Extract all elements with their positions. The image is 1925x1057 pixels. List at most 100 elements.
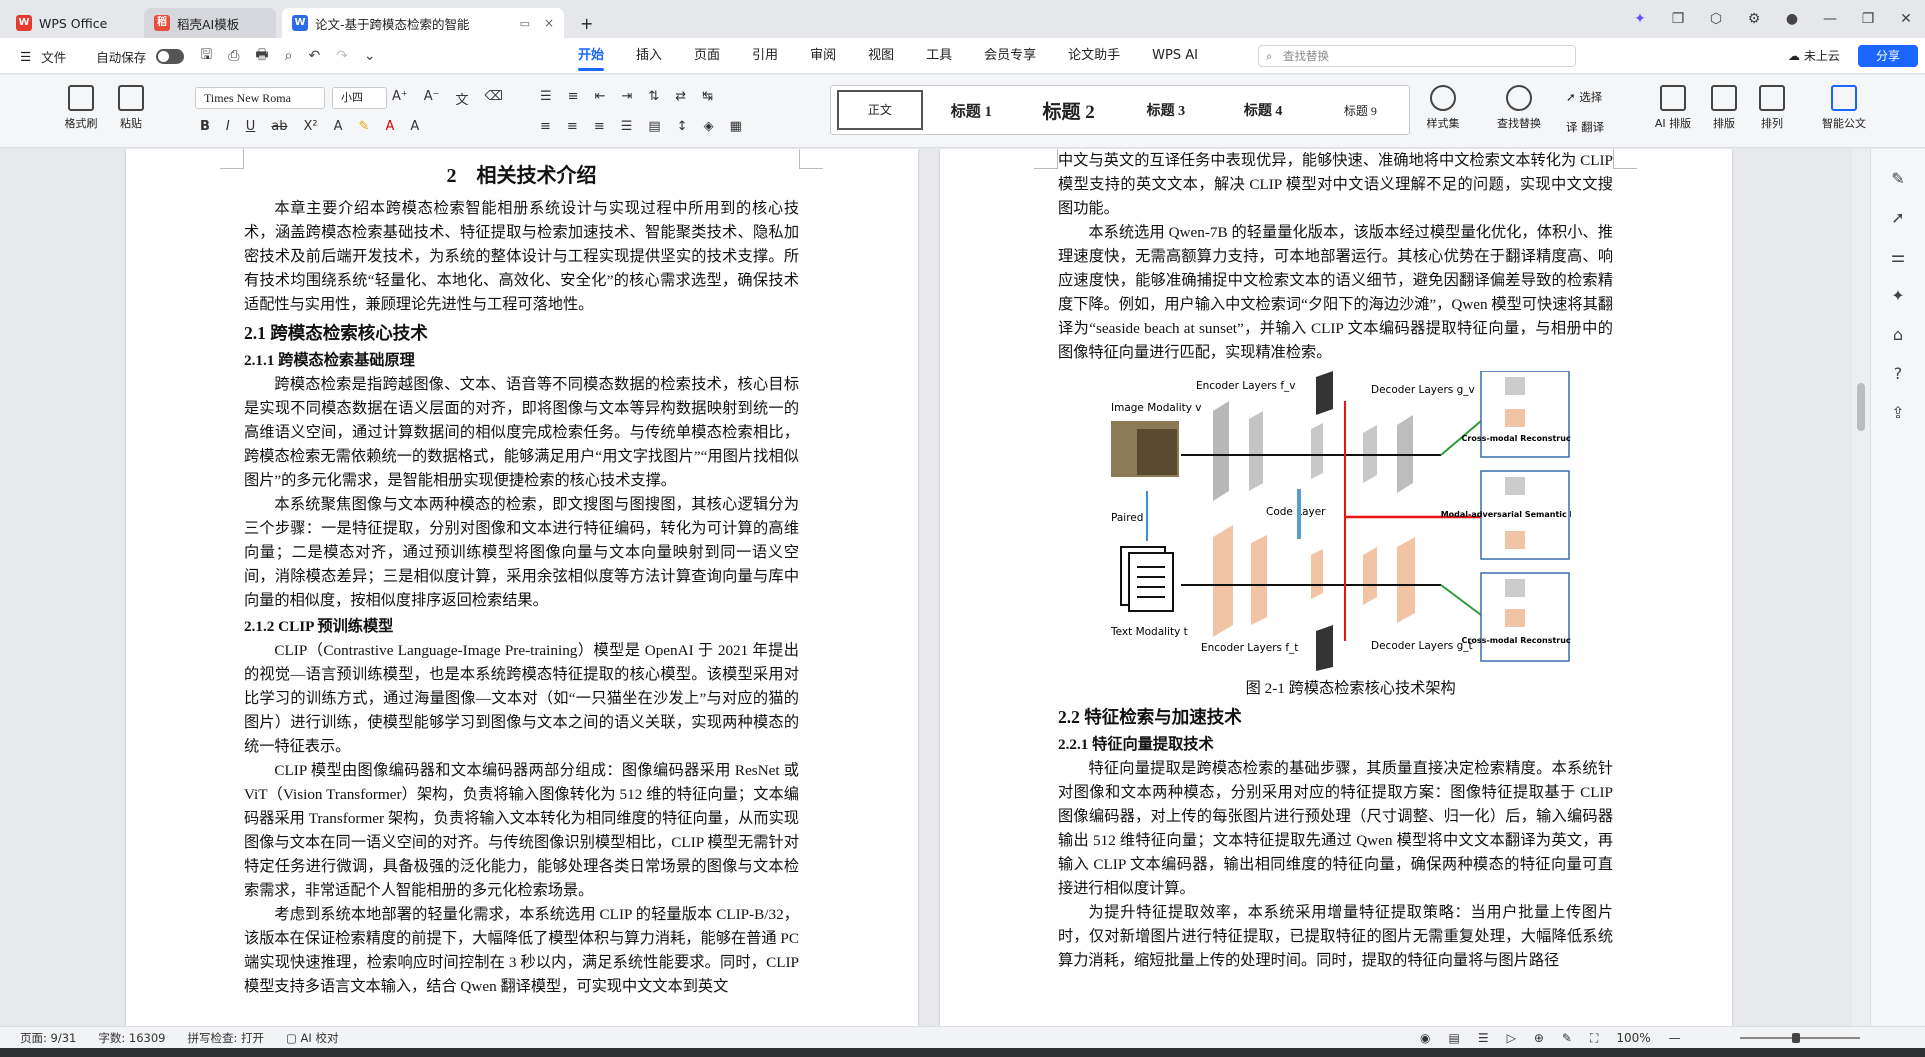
pen-icon[interactable]: ✎ (1562, 1027, 1572, 1049)
export-icon[interactable]: ⎙ (228, 48, 239, 64)
format-painter-button[interactable]: 格式刷 (60, 75, 102, 148)
web-view-icon[interactable]: ⊕ (1534, 1027, 1544, 1049)
tab-wps-office[interactable]: W WPS Office (6, 8, 138, 38)
document-body[interactable]: 2 相关技术介绍 本章主要介绍本跨模态检索智能相册系统设计与实现过程中所用到的核… (244, 149, 799, 999)
superscript-icon[interactable]: X² (304, 119, 318, 134)
font-family-select[interactable]: Times New Roma (195, 87, 325, 109)
ai-proofread[interactable]: ▢ AI 校对 (286, 1027, 338, 1049)
select-button[interactable]: ➚ 选择 (1566, 89, 1602, 105)
style-normal[interactable]: 正文 (837, 90, 923, 130)
paste-button[interactable]: 粘贴 (110, 75, 152, 148)
italic-icon[interactable]: I (226, 119, 230, 134)
share-side-icon[interactable]: ⇪ (1871, 403, 1925, 422)
close-window-icon[interactable]: ✕ (1887, 11, 1925, 27)
tab-member[interactable]: 会员专享 (984, 38, 1036, 74)
font-size-select[interactable]: 小四 (332, 87, 387, 109)
architecture-figure[interactable]: Image Modality v Paired Text Modality t … (1101, 370, 1609, 671)
direction-icon[interactable]: ⇄ (675, 89, 686, 104)
file-menu[interactable]: 文件 (41, 47, 66, 66)
zoom-slider[interactable] (1740, 1037, 1860, 1039)
fit-page-icon[interactable]: ⛶ (1590, 1027, 1598, 1049)
hamburger-icon[interactable]: ☰ (20, 49, 31, 64)
new-tab-button[interactable]: + (570, 8, 610, 38)
shading-icon[interactable]: ◈ (704, 119, 714, 134)
numbered-list-icon[interactable]: ≡ (568, 89, 579, 104)
restore-icon[interactable]: ❐ (1849, 11, 1887, 27)
shrink-font-icon[interactable]: A⁻ (424, 89, 440, 108)
close-tab-button[interactable]: × (544, 16, 554, 30)
distribute-icon[interactable]: ▤ (648, 119, 660, 134)
zoom-level[interactable]: 100% (1616, 1027, 1650, 1049)
bold-icon[interactable]: B (200, 119, 210, 134)
style-heading-4[interactable]: 标题 4 (1215, 100, 1312, 120)
highlight-icon[interactable]: ✎ (359, 119, 370, 134)
style-heading-1[interactable]: 标题 1 (923, 100, 1020, 121)
translate-button[interactable]: 译 翻译 (1566, 119, 1604, 135)
increase-indent-icon[interactable]: ⇥ (621, 89, 632, 104)
tab-thesis-assistant[interactable]: 论文助手 (1068, 38, 1120, 74)
style-heading-2[interactable]: 标题 2 (1020, 97, 1117, 124)
document-body[interactable]: 中文与英文的互译任务中表现优异，能够快速、准确地将中文检索文本转化为 CLIP … (1058, 149, 1613, 973)
play-icon[interactable]: ▷ (1507, 1027, 1516, 1049)
vertical-scrollbar[interactable] (1852, 149, 1870, 1026)
align-center-icon[interactable]: ≡ (567, 119, 578, 134)
save-icon[interactable]: 🖫 (200, 44, 212, 68)
sort-icon[interactable]: ⇅ (648, 89, 659, 104)
autosave-toggle[interactable] (156, 48, 185, 64)
scrollbar-thumb[interactable] (1857, 383, 1865, 431)
ai-layout-button[interactable]: AI 排版 (1648, 75, 1698, 148)
layout-button[interactable]: 排版 (1704, 75, 1744, 148)
document-page-right[interactable]: 中文与英文的互译任务中表现优异，能够快速、准确地将中文检索文本转化为 CLIP … (940, 149, 1732, 1026)
font-color-icon[interactable]: A (385, 119, 394, 134)
char-border-icon[interactable]: A (410, 119, 419, 134)
style-heading-3[interactable]: 标题 3 (1117, 100, 1214, 120)
minimize-icon[interactable]: — (1811, 11, 1849, 27)
page-view-icon[interactable]: ▤ (1448, 1027, 1459, 1049)
puzzle-icon[interactable]: ✦ (1871, 286, 1925, 305)
tab-wps-ai[interactable]: WPS AI (1152, 38, 1198, 74)
justify-icon[interactable]: ☰ (621, 119, 633, 134)
tab-home[interactable]: 开始 (578, 38, 605, 74)
tab-review[interactable]: 审阅 (810, 38, 836, 74)
print-icon[interactable]: 🖶 (255, 44, 268, 68)
zoom-out-icon[interactable]: — (1669, 1027, 1681, 1049)
document-page-left[interactable]: 2 相关技术介绍 本章主要介绍本跨模态检索智能相册系统设计与实现过程中所用到的核… (126, 149, 918, 1026)
tab-view[interactable]: 视图 (868, 38, 894, 74)
search-input[interactable]: ⌕ 查找替换 (1258, 45, 1576, 67)
border-icon[interactable]: ▦ (730, 119, 742, 134)
settings-icon[interactable]: ⚙ (1735, 11, 1773, 27)
align-left-icon[interactable]: ≡ (540, 119, 551, 134)
window-icon[interactable]: ❐ (1659, 11, 1697, 27)
preview-icon[interactable]: ⌕ (285, 48, 293, 64)
share-button[interactable]: 分享 (1858, 45, 1918, 67)
line-spacing-icon[interactable]: ↕ (677, 119, 688, 134)
tab-tools[interactable]: 工具 (926, 38, 952, 74)
tab-page[interactable]: 页面 (694, 38, 720, 74)
align-right-icon[interactable]: ≡ (594, 119, 605, 134)
grow-font-icon[interactable]: A⁺ (392, 89, 408, 108)
cube-icon[interactable]: ⬡ (1697, 11, 1735, 27)
tab-docer-templates[interactable]: 稻 稻壳AI模板 (144, 8, 276, 38)
page-counter[interactable]: 页面: 9/31 (20, 1027, 76, 1049)
shirt-icon[interactable]: ⌂ (1871, 325, 1925, 344)
outline-view-icon[interactable]: ☰ (1478, 1027, 1489, 1049)
arrange-button[interactable]: 排列 (1752, 75, 1792, 148)
phonetic-icon[interactable]: 文 (456, 89, 469, 108)
redo-icon[interactable]: ↷ (336, 48, 348, 64)
smart-doc-button[interactable]: 智能公文 (1816, 75, 1872, 148)
eye-icon[interactable]: ◉ (1420, 1027, 1430, 1049)
style-heading-9[interactable]: 标题 9 (1312, 102, 1409, 119)
zoom-slider-knob[interactable] (1792, 1033, 1800, 1043)
tab-references[interactable]: 引用 (752, 38, 778, 74)
edit-icon[interactable]: ✎ (1871, 169, 1925, 188)
spell-check[interactable]: 拼写检查: 打开 (187, 1027, 264, 1049)
clear-format-icon[interactable]: ⌫ (485, 89, 503, 108)
select-tool-icon[interactable]: ➚ (1871, 208, 1925, 227)
chevron-down-icon[interactable]: ⌄ (364, 48, 376, 64)
tab-insert[interactable]: 插入 (636, 38, 662, 74)
tab-current-document[interactable]: W 论文-基于跨模态检索的智能 ▭ × (282, 8, 564, 38)
tab-icon[interactable]: ↹ (702, 89, 713, 104)
help-icon[interactable]: ? (1871, 364, 1925, 383)
bullet-list-icon[interactable]: ☰ (540, 89, 552, 104)
strikethrough-icon[interactable]: ab (271, 119, 287, 134)
